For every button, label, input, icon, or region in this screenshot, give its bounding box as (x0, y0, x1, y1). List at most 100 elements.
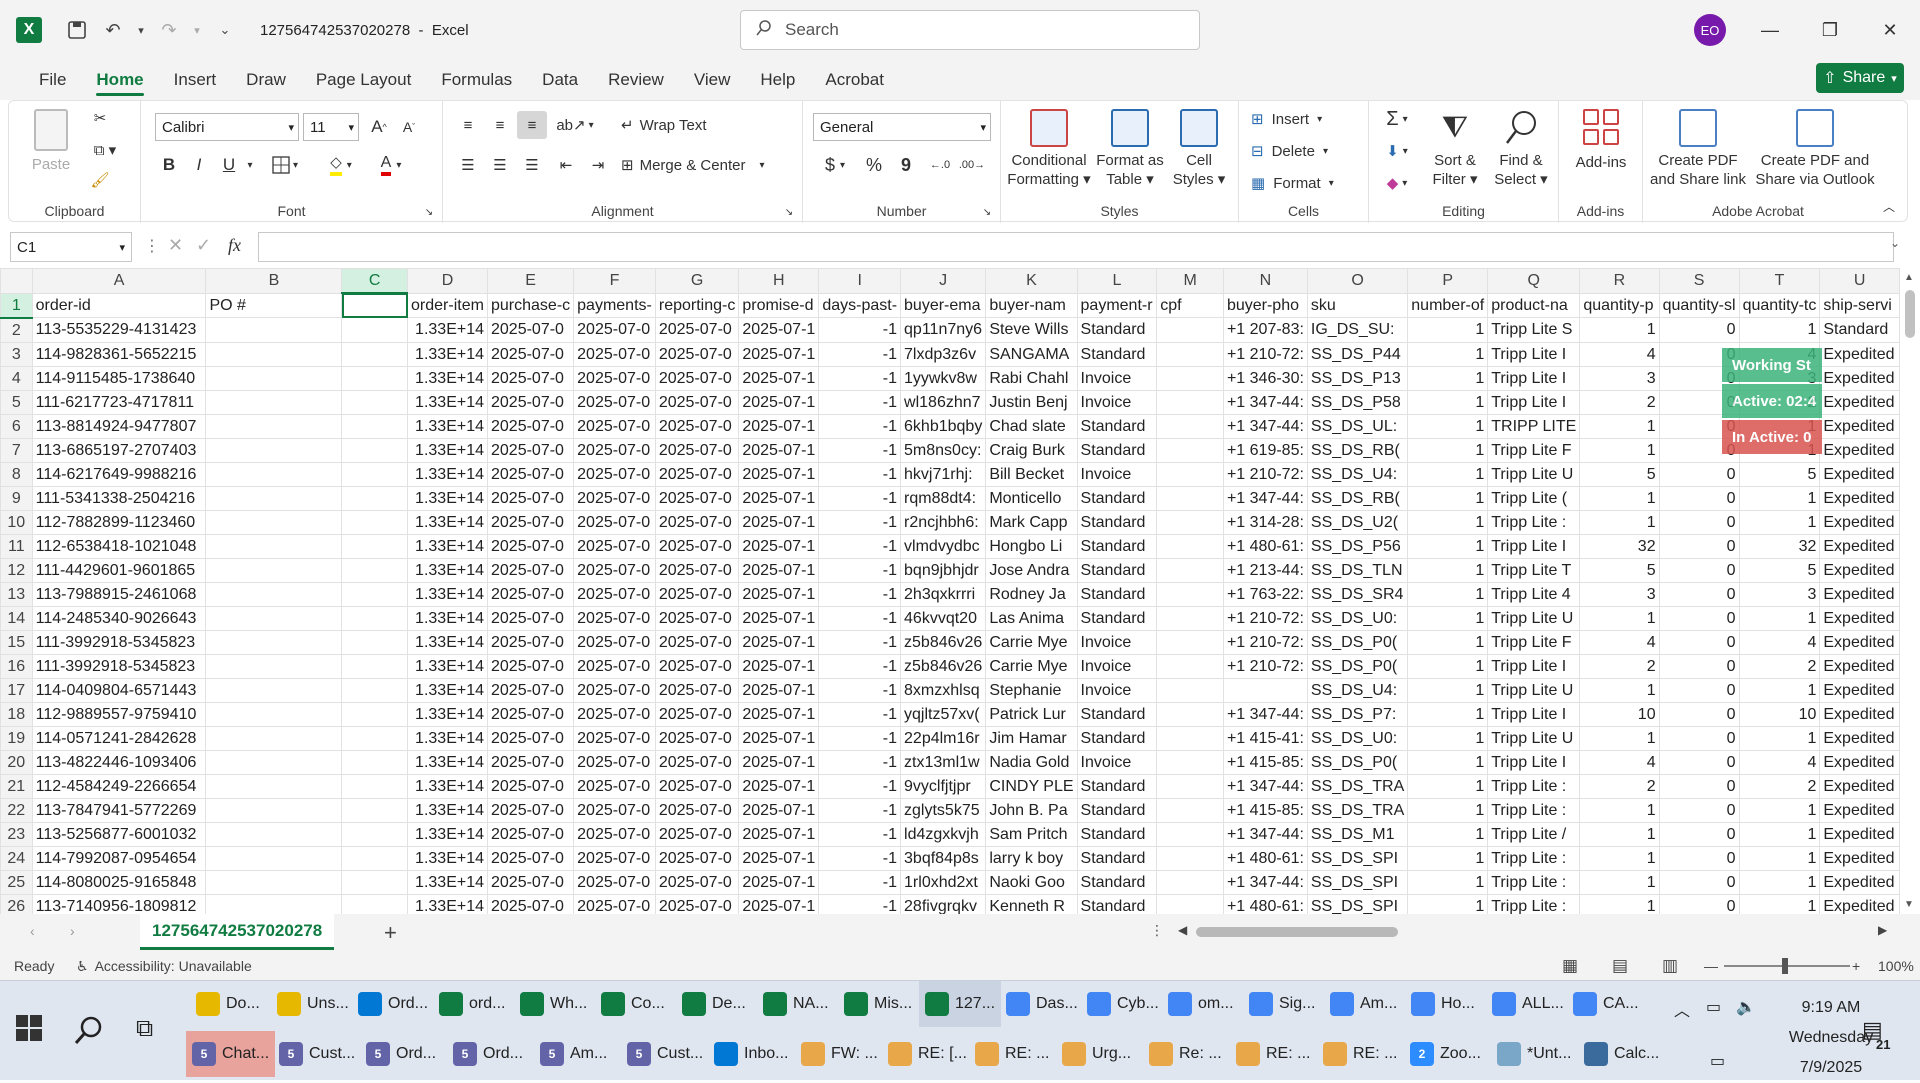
paste-button[interactable]: Paste (23, 109, 79, 174)
cell-t19[interactable]: 1 (1738, 725, 1821, 751)
cell-k21[interactable]: CINDY PLE (985, 773, 1078, 799)
cell-d4[interactable]: 1.33E+14 (407, 365, 488, 391)
cell-c13[interactable] (341, 581, 409, 607)
cell-u13[interactable]: Expedited (1819, 581, 1900, 607)
cell-r1[interactable]: quantity-p (1579, 292, 1660, 318)
cell-t9[interactable]: 1 (1738, 485, 1821, 511)
volume-icon[interactable]: 🔈 (1736, 997, 1756, 1017)
cell-k11[interactable]: Hongbo Li (985, 533, 1078, 559)
cell-b26[interactable] (205, 893, 343, 914)
cell-j15[interactable]: z5b846v26 (900, 629, 987, 655)
cell-q19[interactable]: Tripp Lite U (1487, 725, 1581, 751)
cell-r13[interactable]: 3 (1579, 581, 1660, 607)
cell-b11[interactable] (205, 533, 343, 559)
row-header[interactable]: 2 (0, 317, 33, 343)
font-size-select[interactable]: 11 ▾ (303, 113, 359, 141)
cell-f19[interactable]: 2025-07-0 (573, 725, 656, 751)
cell-j18[interactable]: yqjltz57xv( (900, 701, 987, 727)
scroll-up-icon[interactable]: ▲ (1904, 272, 1914, 283)
cell-styles-button[interactable]: Cell Styles ▾ (1167, 109, 1231, 189)
cell-q15[interactable]: Tripp Lite F (1487, 629, 1581, 655)
cell-u7[interactable]: Expedited (1819, 437, 1900, 463)
cell-r25[interactable]: 1 (1579, 869, 1660, 895)
taskbar-app-excel[interactable]: De... (676, 981, 752, 1027)
cell-j14[interactable]: 46kvvqt20 (900, 605, 987, 631)
column-header-g[interactable]: G (654, 268, 740, 294)
cell-q16[interactable]: Tripp Lite I (1487, 653, 1581, 679)
cell-e12[interactable]: 2025-07-0 (486, 557, 575, 583)
row-header[interactable]: 21 (0, 773, 33, 799)
cell-h18[interactable]: 2025-07-1 (738, 701, 820, 727)
cell-m26[interactable] (1156, 893, 1224, 914)
cell-m20[interactable] (1156, 749, 1224, 775)
cell-u8[interactable]: Expedited (1819, 461, 1900, 487)
cancel-icon[interactable]: ✕ (168, 235, 183, 256)
middle-align-icon[interactable]: ≡ (485, 111, 515, 139)
cell-h15[interactable]: 2025-07-1 (738, 629, 820, 655)
cell-g12[interactable]: 2025-07-0 (654, 557, 740, 583)
cell-p18[interactable]: 1 (1407, 701, 1489, 727)
cell-k15[interactable]: Carrie Mye (985, 629, 1078, 655)
network-icon[interactable]: ▭ (1706, 997, 1721, 1017)
cell-j5[interactable]: wl186zhn7 (900, 389, 987, 415)
cell-b5[interactable] (205, 389, 343, 415)
insert-function-button[interactable]: fx (228, 235, 241, 256)
cell-k19[interactable]: Jim Hamar (985, 725, 1078, 751)
cell-p6[interactable]: 1 (1407, 413, 1489, 439)
cell-d6[interactable]: 1.33E+14 (407, 413, 488, 439)
cell-c25[interactable] (341, 869, 409, 895)
cell-o4[interactable]: SS_DS_P13 (1306, 365, 1409, 391)
tab-formulas[interactable]: Formulas (426, 60, 527, 100)
cell-r23[interactable]: 1 (1579, 821, 1660, 847)
cell-n18[interactable]: +1 347-44: (1222, 701, 1308, 727)
cell-b18[interactable] (205, 701, 343, 727)
cell-c11[interactable] (341, 533, 409, 559)
cell-j22[interactable]: zglyts5k75 (900, 797, 987, 823)
column-header-n[interactable]: N (1222, 268, 1308, 294)
cell-o7[interactable]: SS_DS_RB( (1306, 437, 1409, 463)
cell-i19[interactable]: -1 (818, 725, 902, 751)
cell-h17[interactable]: 2025-07-1 (738, 677, 820, 703)
cell-e14[interactable]: 2025-07-0 (486, 605, 575, 631)
cell-f24[interactable]: 2025-07-0 (573, 845, 656, 871)
percent-button[interactable]: % (859, 151, 889, 179)
cell-h7[interactable]: 2025-07-1 (738, 437, 820, 463)
cell-l19[interactable]: Standard (1076, 725, 1158, 751)
cell-i5[interactable]: -1 (818, 389, 902, 415)
cell-g25[interactable]: 2025-07-0 (654, 869, 740, 895)
cell-u4[interactable]: Expedited (1819, 365, 1900, 391)
cell-g23[interactable]: 2025-07-0 (654, 821, 740, 847)
formula-input[interactable] (258, 232, 1894, 262)
taskbar-app-teams[interactable]: 5 Am... (534, 1031, 613, 1077)
cell-l10[interactable]: Standard (1076, 509, 1158, 535)
cell-c10[interactable] (341, 509, 409, 535)
cell-o13[interactable]: SS_DS_SR4 (1306, 581, 1409, 607)
cell-k7[interactable]: Craig Burk (985, 437, 1078, 463)
cell-h10[interactable]: 2025-07-1 (738, 509, 820, 535)
taskbar-app-teams[interactable]: 5 Cust... (273, 1031, 361, 1077)
cell-c18[interactable] (341, 701, 409, 727)
cell-t21[interactable]: 2 (1738, 773, 1821, 799)
cell-h24[interactable]: 2025-07-1 (738, 845, 820, 871)
cell-u9[interactable]: Expedited (1819, 485, 1900, 511)
taskbar-app-teams[interactable]: 5 Cust... (621, 1031, 709, 1077)
cell-b22[interactable] (205, 797, 343, 823)
search-box[interactable]: Search (740, 10, 1200, 50)
cell-b8[interactable] (205, 461, 343, 487)
cell-s14[interactable]: 0 (1658, 605, 1740, 631)
increase-indent-icon[interactable]: ⇥ (583, 151, 613, 179)
cell-k10[interactable]: Mark Capp (985, 509, 1078, 535)
cell-q9[interactable]: Tripp Lite ( (1487, 485, 1581, 511)
cell-j12[interactable]: bqn9jbhjdr (900, 557, 987, 583)
cell-p26[interactable]: 1 (1407, 893, 1489, 914)
cell-r19[interactable]: 1 (1579, 725, 1660, 751)
cell-h12[interactable]: 2025-07-1 (738, 557, 820, 583)
cell-k25[interactable]: Naoki Goo (985, 869, 1078, 895)
cell-j19[interactable]: 22p4lm16r (900, 725, 987, 751)
cell-u22[interactable]: Expedited (1819, 797, 1900, 823)
cell-g26[interactable]: 2025-07-0 (654, 893, 740, 914)
cell-d25[interactable]: 1.33E+14 (407, 869, 488, 895)
cell-c16[interactable] (341, 653, 409, 679)
cell-g4[interactable]: 2025-07-0 (654, 365, 740, 391)
cell-m21[interactable] (1156, 773, 1224, 799)
